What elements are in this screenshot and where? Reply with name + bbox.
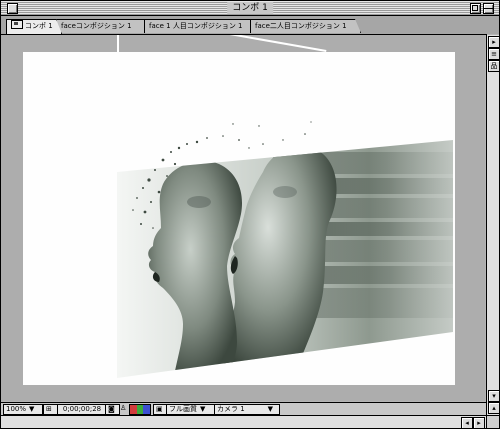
tab-face-first-person-comp-1[interactable]: face 1 人目コンポジション 1 [144, 19, 256, 33]
zoom-value: 100% [6, 405, 27, 413]
tab-label: face二人目コンポジション 1 [255, 22, 347, 30]
vertical-scrollbar[interactable]: ▸ ≡ 品 ▾ ▴ [486, 35, 499, 415]
composited-face-image [117, 121, 453, 378]
windowshade-icon[interactable] [483, 3, 494, 14]
window-title: コンポ 1 [227, 2, 273, 14]
guide-line [117, 35, 119, 53]
flowchart-arrow-icon[interactable]: ▸ [488, 36, 499, 48]
comp-menu-icon[interactable]: ≡ [488, 48, 499, 60]
close-box-icon[interactable] [7, 3, 18, 14]
scroll-down-arrow-icon[interactable]: ▾ [488, 390, 499, 402]
tab-comp-1[interactable]: コンポ 1 [6, 19, 62, 34]
comp-control-bar: 100% ▼ ⊞ 0;00;00;28 ◙ ♙ ▣ フル画質 ▼ カメラ 1 ▼ [1, 402, 486, 415]
timecode-value: 0;00;00;28 [62, 405, 102, 413]
tab-row: コンポ 1 faceコンポジション 1 face 1 人目コンポジション 1 f… [1, 16, 499, 34]
horizontal-scrollbar[interactable]: ◂ ▸ [1, 415, 486, 428]
guide-line [223, 35, 327, 53]
zoom-box-icon[interactable] [470, 3, 481, 14]
tab-label: faceコンポジション 1 [61, 22, 132, 30]
composition-icon [11, 20, 23, 29]
resolution-value: フル画質 [169, 405, 197, 413]
tab-label: コンポ 1 [25, 22, 53, 30]
tab-face-second-person-comp-1[interactable]: face二人目コンポジション 1 [250, 19, 361, 33]
resolution-menu[interactable]: フル画質 ▼ [166, 404, 216, 415]
composition-window: コンポ 1 コンポ 1 faceコンポジション 1 face 1 人目コンポジシ… [0, 0, 500, 429]
scroll-left-arrow-icon[interactable]: ◂ [461, 417, 473, 428]
scroll-up-arrow-icon[interactable]: ▴ [488, 402, 499, 414]
camera-value: カメラ 1 [217, 405, 245, 413]
rgb-channels-icon[interactable] [129, 404, 151, 415]
channel-blue [143, 405, 150, 414]
tab-face-comp-1[interactable]: faceコンポジション 1 [56, 19, 150, 33]
title-bar[interactable]: コンポ 1 [1, 1, 499, 16]
composition-canvas[interactable] [23, 52, 455, 385]
camera-menu[interactable]: カメラ 1 ▼ [214, 404, 280, 415]
flowchart-icon[interactable]: 品 [488, 60, 499, 72]
resize-grip-icon[interactable] [486, 415, 499, 428]
timecode-display[interactable]: 0;00;00;28 [57, 404, 107, 415]
composition-viewer[interactable] [1, 35, 485, 401]
channel-red [130, 405, 137, 414]
title-safe-icon[interactable]: ⊞ [43, 404, 58, 415]
show-snapshot-icon[interactable]: ♙ [118, 404, 129, 413]
zoom-menu[interactable]: 100% ▼ [3, 404, 43, 415]
scroll-right-arrow-icon[interactable]: ▸ [473, 417, 485, 428]
tab-label: face 1 人目コンポジション 1 [149, 22, 243, 30]
